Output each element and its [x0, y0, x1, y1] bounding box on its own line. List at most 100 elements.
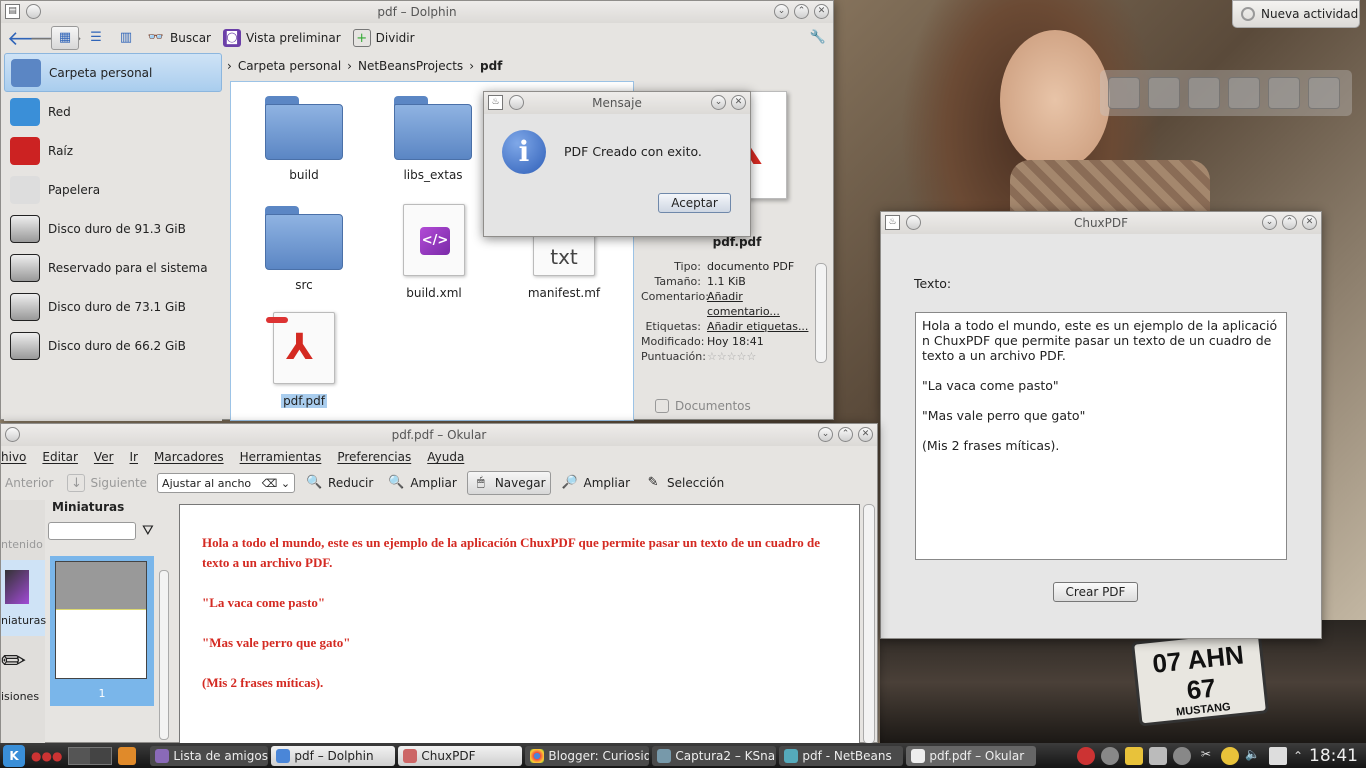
- reviews-tab[interactable]: ✏ isiones: [1, 636, 45, 712]
- dolphin-titlebar[interactable]: ▤ pdf – Dolphin ⌄ ⌃ ✕: [1, 1, 833, 23]
- activity-dots-icon[interactable]: ●●●: [31, 749, 62, 763]
- close-button[interactable]: ✕: [858, 427, 873, 442]
- breadcrumb-item[interactable]: Carpeta personal: [238, 59, 341, 73]
- kde-menu-icon[interactable]: K: [3, 744, 25, 767]
- scissors-tray-icon[interactable]: ✂: [1197, 747, 1215, 765]
- close-button[interactable]: ✕: [814, 4, 829, 19]
- task-lista-amigos[interactable]: Lista de amigos: [150, 745, 269, 766]
- menu-editar[interactable]: Editar: [42, 450, 78, 464]
- pager[interactable]: [68, 746, 113, 765]
- file-item-src[interactable]: src: [249, 206, 359, 292]
- places-item[interactable]: Reservado para el sistema: [4, 248, 222, 287]
- menu-ir[interactable]: Ir: [130, 450, 138, 464]
- menu-ayuda[interactable]: Ayuda: [427, 450, 464, 464]
- accept-button[interactable]: Aceptar: [658, 193, 731, 213]
- java-icon[interactable]: ♨: [488, 95, 503, 110]
- previous-button[interactable]: Anterior: [1, 474, 57, 492]
- forward-arrow-icon[interactable]: 🡒: [29, 28, 83, 48]
- pin-icon[interactable]: [509, 95, 524, 110]
- task-dolphin[interactable]: pdf – Dolphin: [271, 745, 396, 766]
- search-button[interactable]: 👓 Buscar: [143, 27, 215, 49]
- task-ksnapshot[interactable]: Captura2 – KSnap: [652, 745, 777, 766]
- browse-tool-button[interactable]: 🖱 Navegar: [466, 471, 551, 495]
- menu-archivo[interactable]: hivo: [1, 450, 26, 464]
- thumbnails-scrollbar[interactable]: [159, 570, 169, 740]
- pin-icon[interactable]: [5, 427, 20, 442]
- page-scrollbar[interactable]: [863, 504, 875, 744]
- chuxpdf-titlebar[interactable]: ♨ ChuxPDF ⌄ ⌃ ✕: [881, 212, 1321, 234]
- minimize-button[interactable]: ⌄: [818, 427, 833, 442]
- volume-tray-icon[interactable]: 🔈: [1245, 747, 1263, 765]
- zoom-select[interactable]: Ajustar al ancho ⌫ ⌄: [157, 473, 296, 493]
- pin-icon[interactable]: [906, 215, 921, 230]
- rating-stars[interactable]: ☆☆☆☆☆: [707, 349, 813, 364]
- okular-titlebar[interactable]: pdf.pdf – Okular ⌄ ⌃ ✕: [1, 424, 877, 446]
- sublime-launcher-icon[interactable]: [118, 746, 137, 765]
- bulb-tray-icon[interactable]: [1220, 746, 1239, 765]
- file-item-build-xml[interactable]: </> build.xml: [379, 204, 489, 300]
- add-comment-link[interactable]: Añadir comentario...: [707, 289, 813, 319]
- back-arrow-icon[interactable]: 🡐: [7, 28, 61, 48]
- breadcrumb-item[interactable]: NetBeansProjects: [358, 59, 463, 73]
- tray-expand-icon[interactable]: ⌃: [1293, 749, 1303, 763]
- zoom-tool-button[interactable]: 🔎 Ampliar: [557, 472, 634, 494]
- bars-monitor-icon[interactable]: [1308, 77, 1340, 109]
- network-monitor-icon[interactable]: [1108, 77, 1140, 109]
- split-button[interactable]: + Dividir: [349, 27, 419, 49]
- icons-view-button[interactable]: ▦: [51, 26, 79, 50]
- close-button[interactable]: ✕: [731, 95, 746, 110]
- places-item[interactable]: Disco duro de 66.2 GiB: [4, 326, 222, 365]
- places-item[interactable]: Carpeta personal: [4, 53, 222, 92]
- menu-herramientas[interactable]: Herramientas: [240, 450, 322, 464]
- network-tray-icon[interactable]: [1100, 746, 1119, 765]
- cpu-monitor-icon[interactable]: [1268, 77, 1300, 109]
- minimize-button[interactable]: ⌄: [774, 4, 789, 19]
- filter-icon[interactable]: ⛛: [142, 523, 154, 539]
- maximize-button[interactable]: ⌃: [838, 427, 853, 442]
- notes-tray-icon[interactable]: [1124, 746, 1143, 765]
- places-item[interactable]: Raíz: [4, 131, 222, 170]
- places-item[interactable]: Red: [4, 92, 222, 131]
- file-item-build[interactable]: build: [249, 96, 359, 182]
- menu-marcadores[interactable]: Marcadores: [154, 450, 224, 464]
- places-item[interactable]: Disco duro de 91.3 GiB: [4, 209, 222, 248]
- zoom-in-button[interactable]: 🔍 Ampliar: [383, 472, 460, 494]
- hardware-monitor-icon[interactable]: [1188, 77, 1220, 109]
- file-item-libs[interactable]: libs_extas: [378, 96, 488, 182]
- thumbnails-tab[interactable]: niaturas: [1, 560, 46, 636]
- globe-monitor-icon[interactable]: [1228, 77, 1260, 109]
- file-item-pdf[interactable]: ⅄ pdf.pdf: [249, 312, 359, 408]
- contents-tab[interactable]: ntenido: [1, 500, 45, 560]
- add-tags-link[interactable]: Añadir etiquetas...: [707, 319, 813, 334]
- battery-tray-icon[interactable]: [1268, 746, 1287, 765]
- next-button[interactable]: ↓ Siguiente: [63, 472, 151, 494]
- menu-ver[interactable]: Ver: [94, 450, 114, 464]
- new-activity-button[interactable]: Nueva actividad: [1232, 0, 1360, 28]
- clear-icon[interactable]: ⌫ ⌄: [262, 477, 290, 490]
- columns-view-button[interactable]: ▥: [113, 27, 139, 49]
- close-button[interactable]: ✕: [1302, 215, 1317, 230]
- task-netbeans[interactable]: pdf - NetBeans: [779, 745, 904, 766]
- thumbnail-search-input[interactable]: [48, 522, 136, 540]
- settings-wrench-icon[interactable]: 🔧: [809, 29, 827, 47]
- details-view-button[interactable]: ☰: [83, 27, 109, 49]
- zoom-out-button[interactable]: 🔍 Reducir: [301, 472, 377, 494]
- documents-filter[interactable]: Documentos: [655, 399, 751, 413]
- task-chuxpdf[interactable]: ChuxPDF: [398, 745, 523, 766]
- places-item[interactable]: Papelera: [4, 170, 222, 209]
- task-okular[interactable]: pdf.pdf – Okular: [906, 745, 1037, 766]
- maximize-button[interactable]: ⌃: [1282, 215, 1297, 230]
- settings-tray-icon[interactable]: [1172, 746, 1191, 765]
- minimize-button[interactable]: ⌄: [711, 95, 726, 110]
- window-menu-icon[interactable]: ▤: [5, 4, 20, 19]
- breadcrumb-item-current[interactable]: pdf: [480, 59, 502, 73]
- disk-monitor-icon[interactable]: [1148, 77, 1180, 109]
- preview-button[interactable]: ◙ Vista preliminar: [219, 27, 345, 49]
- menu-preferencias[interactable]: Preferencias: [337, 450, 411, 464]
- java-icon[interactable]: ♨: [885, 215, 900, 230]
- klipper-tray-icon[interactable]: [1148, 746, 1167, 765]
- maximize-button[interactable]: ⌃: [794, 4, 809, 19]
- text-area[interactable]: Hola a todo el mundo, este es un ejemplo…: [915, 312, 1287, 560]
- minimize-button[interactable]: ⌄: [1262, 215, 1277, 230]
- info-scrollbar[interactable]: [815, 263, 827, 363]
